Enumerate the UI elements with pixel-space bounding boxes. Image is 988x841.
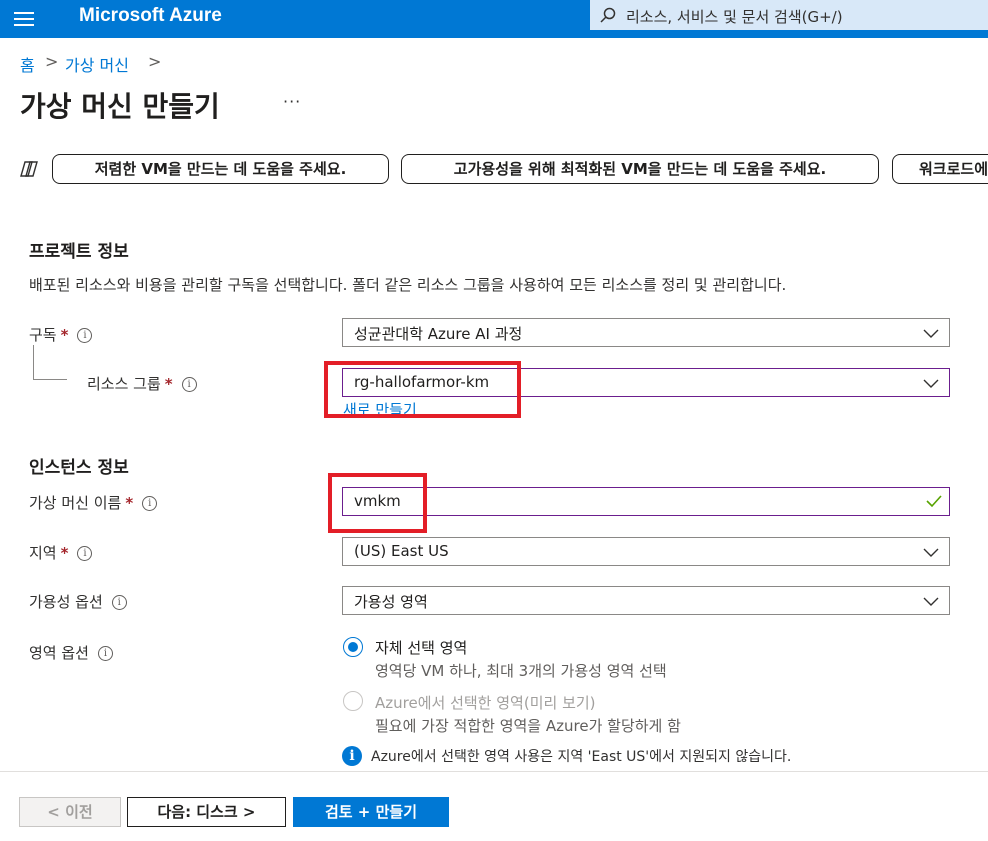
info-icon[interactable]: i (142, 496, 158, 511)
previous-button[interactable]: < 이전 (19, 797, 121, 827)
required-mark: * (164, 375, 173, 393)
breadcrumb-virtual-machines[interactable]: 가상 머신 (65, 52, 129, 76)
copilot-suggestion-workload[interactable]: 워크로드에 (892, 154, 988, 184)
region-value: (US) East US (354, 542, 449, 560)
more-options-icon[interactable]: ··· (283, 92, 301, 111)
menu-icon[interactable] (14, 8, 34, 28)
highlight-box-resource-group (324, 361, 521, 418)
brand-title[interactable]: Microsoft Azure (79, 5, 222, 27)
zone-option-self-selected-title[interactable]: 자체 선택 영역 (375, 637, 467, 658)
info-icon[interactable]: i (97, 646, 113, 661)
zone-options-label-text: 영역 옵션 (29, 644, 89, 662)
resource-group-label-text: 리소스 그룹 (87, 375, 161, 393)
vm-name-label-text: 가상 머신 이름 (29, 494, 122, 512)
zone-option-self-selected-subtitle: 영역당 VM 하나, 최대 3개의 가용성 영역 선택 (375, 662, 667, 680)
instance-details-heading: 인스턴스 정보 (29, 458, 129, 478)
availability-options-label-text: 가용성 옵션 (29, 593, 103, 611)
availability-options-select[interactable]: 가용성 영역 (342, 586, 950, 615)
tree-connector (33, 345, 67, 380)
review-create-button[interactable]: 검토 + 만들기 (293, 797, 449, 827)
breadcrumb-home[interactable]: 홈 (20, 52, 35, 76)
region-label: 지역 * i (29, 542, 93, 563)
search-icon (600, 7, 616, 23)
required-mark: * (60, 326, 69, 344)
zone-option-azure-selected-title[interactable]: Azure에서 선택한 영역(미리 보기) (375, 692, 596, 713)
zone-option-azure-selected-subtitle: 필요에 가장 적합한 영역을 Azure가 할당하게 함 (375, 717, 681, 735)
subscription-label-text: 구독 (29, 326, 57, 344)
zone-support-note: Azure에서 선택한 영역 사용은 지역 'East US'에서 지원되지 않… (371, 749, 792, 765)
page-title: 가상 머신 만들기 (20, 90, 220, 123)
chevron-down-icon (923, 329, 939, 338)
footer-divider (0, 771, 988, 772)
chevron-down-icon (923, 597, 939, 606)
zone-option-self-selected-radio[interactable] (343, 637, 363, 657)
project-details-heading: 프로젝트 정보 (29, 242, 129, 262)
info-icon[interactable]: i (111, 595, 127, 610)
resource-group-label: 리소스 그룹 * i (87, 373, 197, 394)
copilot-icon (20, 161, 38, 177)
availability-options-value: 가용성 영역 (354, 593, 428, 611)
zone-option-azure-selected-radio[interactable] (343, 691, 363, 711)
copilot-suggestion-cheap-vm[interactable]: 저렴한 VM을 만드는 데 도움을 주세요. (52, 154, 389, 184)
zone-options-label: 영역 옵션 i (29, 642, 113, 663)
info-icon[interactable]: i (77, 328, 93, 343)
project-details-description: 배포된 리소스와 비용을 관리할 구독을 선택합니다. 폴더 같은 리소스 그룹… (29, 276, 787, 294)
required-mark: * (125, 494, 134, 512)
info-filled-icon: i (342, 746, 362, 766)
availability-options-label: 가용성 옵션 i (29, 591, 127, 612)
info-icon[interactable]: i (181, 377, 197, 392)
subscription-select[interactable]: 성균관대학 Azure AI 과정 (342, 318, 950, 347)
chevron-right-icon: > (45, 52, 59, 71)
chevron-down-icon (923, 379, 939, 388)
info-icon[interactable]: i (77, 546, 93, 561)
check-icon (926, 495, 942, 508)
region-label-text: 지역 (29, 544, 57, 562)
chevron-down-icon (923, 548, 939, 557)
chevron-right-icon: > (148, 52, 162, 71)
subscription-label: 구독 * i (29, 324, 93, 345)
next-disks-button[interactable]: 다음: 디스크 > (127, 797, 286, 827)
search-placeholder[interactable]: 리소스, 서비스 및 문서 검색(G+/) (626, 6, 843, 27)
vm-name-input[interactable]: vmkm (342, 487, 950, 516)
copilot-suggestion-high-availability[interactable]: 고가용성을 위해 최적화된 VM을 만드는 데 도움을 주세요. (401, 154, 879, 184)
vm-name-label: 가상 머신 이름 * i (29, 492, 158, 513)
subscription-value: 성균관대학 Azure AI 과정 (354, 325, 523, 343)
required-mark: * (60, 544, 69, 562)
region-select[interactable]: (US) East US (342, 537, 950, 566)
top-bar: Microsoft Azure 리소스, 서비스 및 문서 검색(G+/) (0, 0, 988, 38)
highlight-box-vm-name (328, 473, 427, 533)
